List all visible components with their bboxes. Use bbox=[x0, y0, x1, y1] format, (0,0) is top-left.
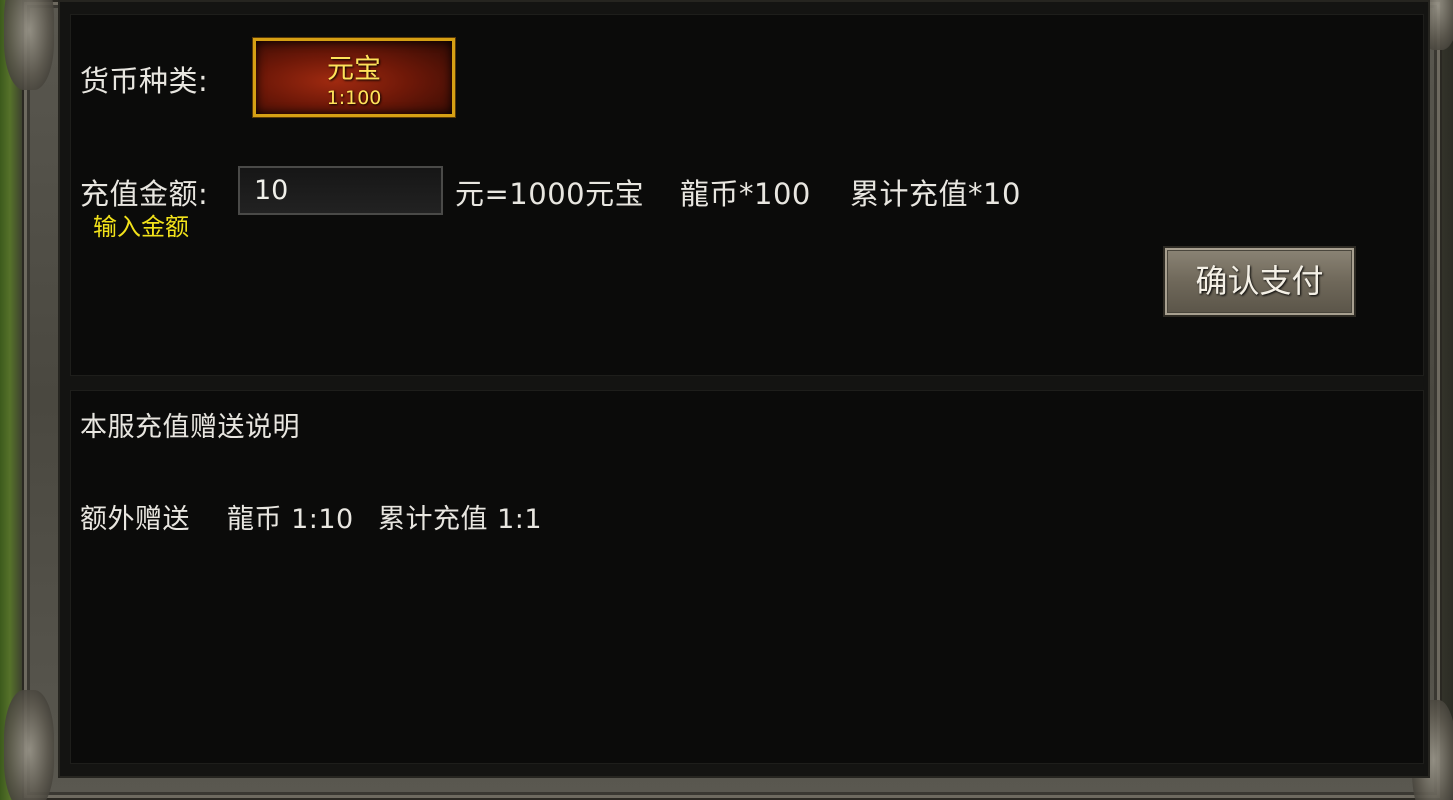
cumulative-recharge-text: 累计充值*10 bbox=[850, 177, 1021, 211]
currency-name: 元宝 bbox=[327, 54, 381, 85]
bonus-info-panel bbox=[70, 390, 1424, 764]
amount-input[interactable] bbox=[238, 166, 443, 215]
frame-corner-ornament bbox=[4, 690, 54, 800]
dragon-coin-text: 龍币*100 bbox=[680, 177, 811, 211]
currency-option-yuanbao[interactable]: 元宝 1:100 bbox=[253, 38, 455, 117]
confirm-payment-button[interactable]: 确认支付 bbox=[1163, 246, 1356, 317]
conversion-text: 元=1000元宝 bbox=[455, 177, 645, 211]
extra-bonus-label: 额外赠送 bbox=[80, 504, 190, 535]
currency-rate: 1:100 bbox=[326, 87, 382, 109]
frame-corner-ornament bbox=[4, 0, 54, 90]
dragon-coin-ratio: 龍币 1:10 bbox=[227, 504, 354, 535]
game-scene: 货币种类: 元宝 1:100 充值金额: 输入金额 元=1000元宝 龍币*10… bbox=[0, 0, 1453, 800]
currency-type-label: 货币种类: bbox=[80, 64, 209, 98]
bonus-info-title: 本服充值赠送说明 bbox=[80, 412, 300, 443]
amount-hint: 输入金额 bbox=[93, 213, 189, 241]
cumulative-recharge-ratio: 累计充值 1:1 bbox=[378, 504, 543, 535]
